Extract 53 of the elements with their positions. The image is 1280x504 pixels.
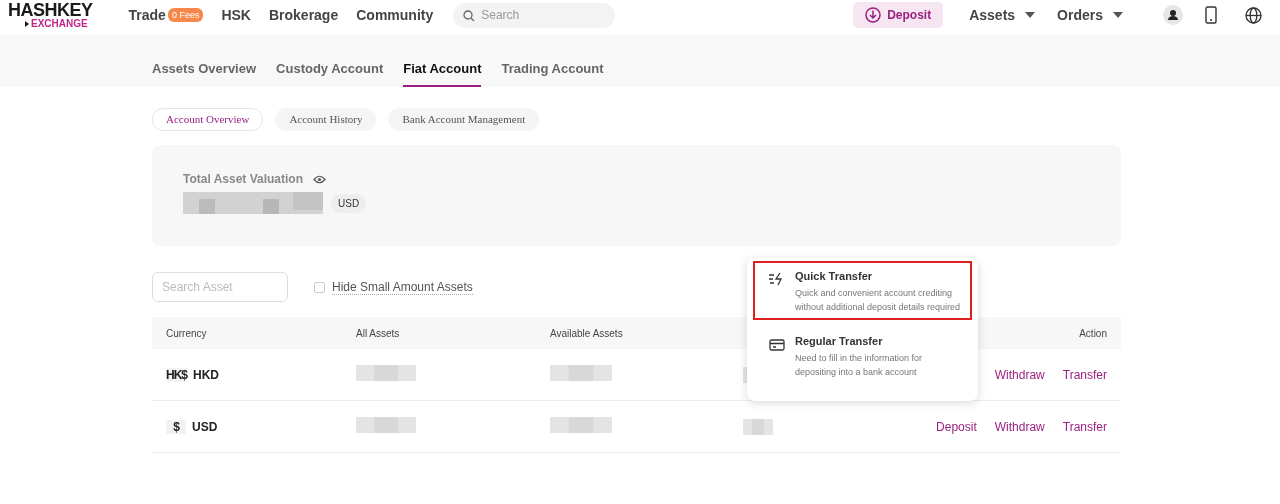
- currency-icon: $: [166, 419, 186, 434]
- dropdown-menu[interactable]: Assets: [969, 7, 1036, 23]
- account-tab[interactable]: Custody Account: [276, 61, 384, 87]
- redacted-value: [356, 416, 416, 433]
- sub-tab[interactable]: Account Overview: [152, 108, 264, 131]
- column-header: All Assets: [356, 327, 401, 339]
- redacted-value: [550, 416, 612, 433]
- user-avatar-icon[interactable]: [1163, 5, 1183, 25]
- action-link[interactable]: Withdraw: [994, 367, 1045, 382]
- deposit-button[interactable]: Deposit: [853, 2, 944, 28]
- eye-icon[interactable]: [313, 174, 327, 184]
- valuation-label: Total Asset Valuation: [183, 172, 304, 186]
- sub-tab[interactable]: Account History: [275, 108, 377, 131]
- currency-tag: USD: [331, 193, 367, 213]
- mobile-phone-icon[interactable]: [1205, 6, 1217, 24]
- fees-badge: 0 Fees: [167, 8, 204, 22]
- card-icon: [769, 339, 785, 351]
- transfer-option[interactable]: Quick Transfer Quick and convenient account crediting without additional deposit details required: [753, 261, 972, 320]
- dropdown-menu[interactable]: Orders: [1057, 7, 1123, 23]
- search-field[interactable]: Search: [453, 2, 616, 28]
- account-tab[interactable]: Assets Overview: [152, 61, 257, 87]
- nav-link[interactable]: HSK: [221, 7, 251, 23]
- globe-icon[interactable]: [1245, 6, 1262, 24]
- download-icon: [865, 7, 882, 23]
- currency-icon: HK$: [166, 367, 187, 382]
- redacted-value: [743, 418, 773, 435]
- redacted-value: [356, 364, 416, 381]
- action-link[interactable]: Deposit: [936, 419, 977, 434]
- currency-symbol: USD: [192, 419, 218, 434]
- account-tab[interactable]: Trading Account: [501, 61, 604, 87]
- play-icon: [25, 21, 29, 27]
- account-tab[interactable]: Fiat Account: [403, 61, 482, 87]
- column-header: Action: [1078, 327, 1107, 339]
- logo-wordmark[interactable]: HASHKEY: [8, 1, 93, 19]
- caret-icon: [1025, 12, 1036, 18]
- action-link[interactable]: Withdraw: [994, 419, 1045, 434]
- lightning-icon: [769, 272, 785, 286]
- search-asset-field[interactable]: Search Asset: [152, 272, 288, 302]
- nav-link[interactable]: Community: [356, 7, 434, 23]
- caret-icon: [1113, 12, 1123, 18]
- currency-symbol: HKD: [193, 367, 219, 382]
- nav-link[interactable]: Trade 0 Fees: [128, 7, 204, 23]
- action-link[interactable]: Transfer: [1062, 367, 1107, 382]
- action-link[interactable]: Transfer: [1062, 419, 1107, 434]
- redacted-value: [550, 364, 612, 381]
- nav-link[interactable]: Brokerage: [268, 7, 339, 23]
- sub-tab[interactable]: Bank Account Management: [388, 108, 540, 131]
- hide-small-assets-checkbox[interactable]: Hide Small Amount Assets: [314, 279, 473, 295]
- checkbox[interactable]: [314, 281, 325, 293]
- column-header: Currency: [166, 327, 208, 339]
- column-header: Available Assets: [550, 327, 624, 339]
- transfer-option[interactable]: Regular Transfer Need to fill in the information for depositing into a bank account: [753, 326, 972, 385]
- logo-subtitle: EXCHANGE: [31, 19, 88, 29]
